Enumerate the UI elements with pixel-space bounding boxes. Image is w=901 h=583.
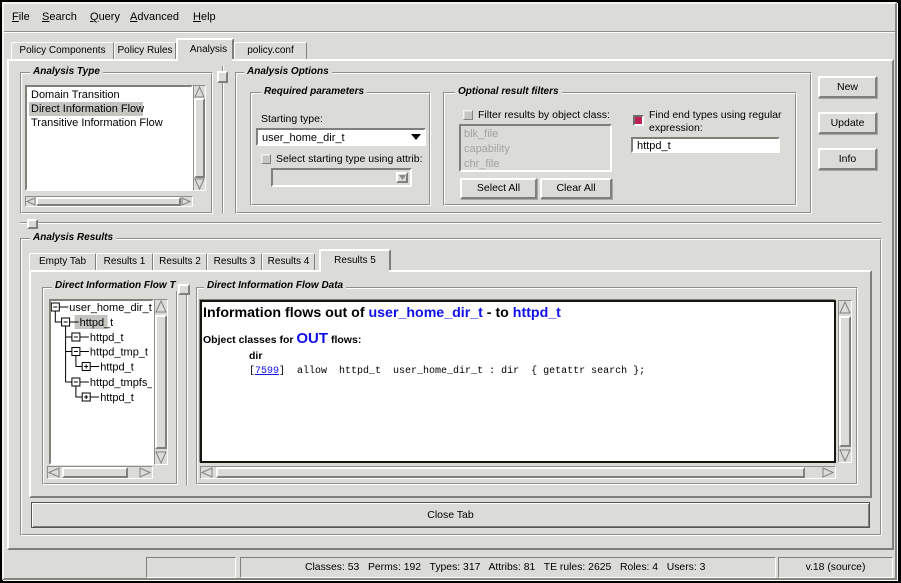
svg-text:httpd_t: httpd_t — [80, 317, 114, 329]
svg-text:user_home_dir_t: user_home_dir_t — [69, 302, 152, 314]
svg-text:httpd_t: httpd_t — [100, 362, 134, 374]
svg-text:httpd_t: httpd_t — [90, 332, 124, 344]
svg-text:httpd_t: httpd_t — [100, 392, 134, 404]
svg-text:httpd_tmp_t: httpd_tmp_t — [90, 347, 148, 359]
svg-text:httpd_tmpfs_: httpd_tmpfs_ — [90, 377, 152, 389]
